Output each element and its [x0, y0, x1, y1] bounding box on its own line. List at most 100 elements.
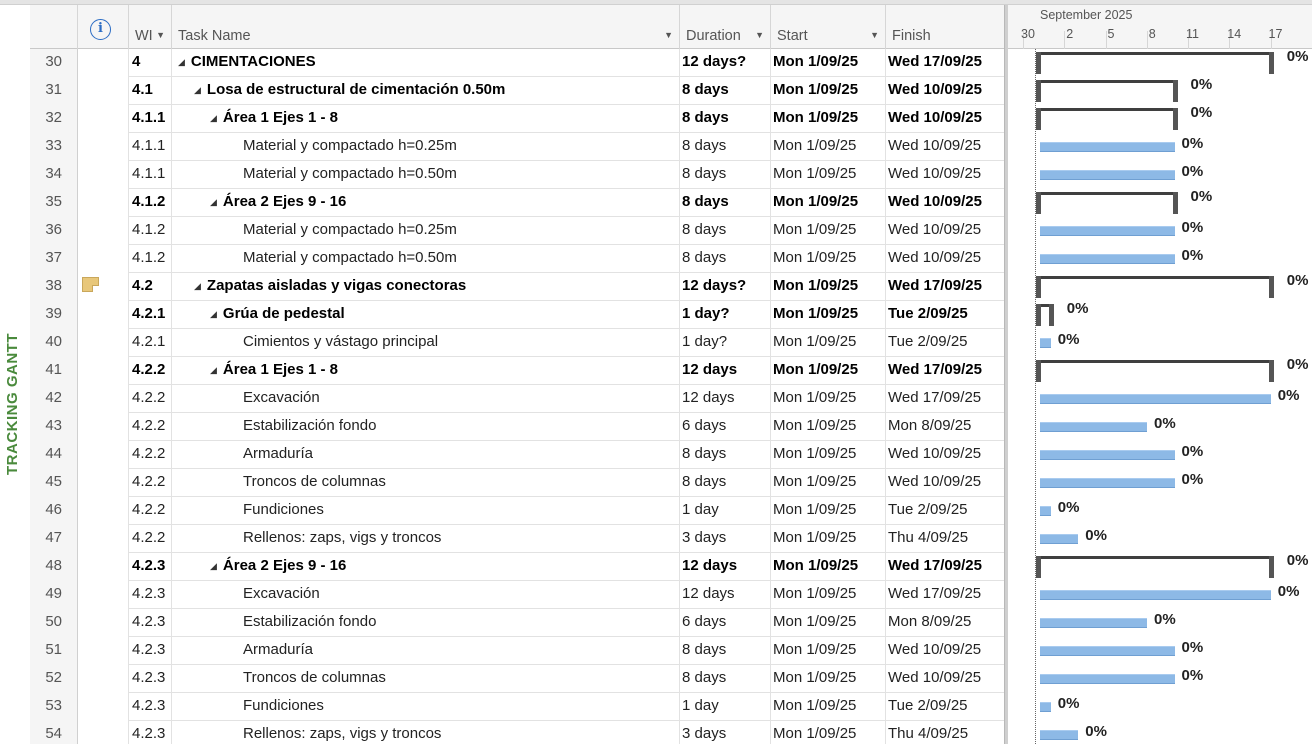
table-row[interactable]: 31 4.1 ◢ Losa de estructural de cimentación… [30, 77, 1004, 105]
table-row[interactable]: 30 4 ◢ CIMENTACIONES 12 days? Mon 1/09/25 Wed … [30, 49, 1004, 77]
table-row[interactable]: 47 4.2.2 Rellenos: zaps, vigs y troncos 3 d… [30, 525, 1004, 553]
wi-cell[interactable]: 4.1.1 [129, 133, 172, 161]
wi-cell[interactable]: 4 [129, 49, 172, 77]
row-id[interactable]: 34 [30, 161, 78, 189]
indicators-column-header[interactable]: i [78, 5, 129, 49]
row-id[interactable]: 45 [30, 469, 78, 497]
task-name-cell[interactable]: ◢ Área 1 Ejes 1 - 8 [172, 105, 680, 133]
task-name-cell[interactable]: ◢ Área 2 Ejes 9 - 16 [172, 553, 680, 581]
indicator-cell[interactable] [78, 525, 129, 553]
start-cell[interactable]: Mon 1/09/25 [771, 329, 886, 357]
task-name-cell[interactable]: ◢ Área 2 Ejes 9 - 16 [172, 189, 680, 217]
table-row[interactable]: 37 4.1.2 Material y compactado h=0.50m 8 da… [30, 245, 1004, 273]
task-name-cell[interactable]: Troncos de columnas [172, 665, 680, 693]
task-bar[interactable] [1040, 338, 1051, 348]
duration-column-header[interactable]: Duration ▼ [680, 5, 771, 49]
finish-cell[interactable]: Wed 10/09/25 [886, 637, 1004, 665]
row-id[interactable]: 51 [30, 637, 78, 665]
indicator-cell[interactable] [78, 329, 129, 357]
task-name-cell[interactable]: Material y compactado h=0.25m [172, 217, 680, 245]
duration-cell[interactable]: 12 days [680, 357, 771, 385]
indicator-cell[interactable] [78, 189, 129, 217]
duration-cell[interactable]: 6 days [680, 609, 771, 637]
summary-bar[interactable] [1036, 80, 1178, 102]
finish-cell[interactable]: Thu 4/09/25 [886, 721, 1004, 744]
task-name-cell[interactable]: ◢ Losa de estructural de cimentación 0.50… [172, 77, 680, 105]
task-name-cell[interactable]: Troncos de columnas [172, 469, 680, 497]
row-id[interactable]: 52 [30, 665, 78, 693]
task-bar[interactable] [1040, 478, 1175, 488]
wi-cell[interactable]: 4.1 [129, 77, 172, 105]
table-row[interactable]: 45 4.2.2 Troncos de columnas 8 days Mon 1/09… [30, 469, 1004, 497]
duration-cell[interactable]: 3 days [680, 525, 771, 553]
duration-cell[interactable]: 8 days [680, 77, 771, 105]
note-icon[interactable] [82, 277, 99, 292]
indicator-cell[interactable] [78, 49, 129, 77]
collapse-triangle-icon[interactable]: ◢ [210, 357, 217, 383]
task-name-cell[interactable]: Excavación [172, 581, 680, 609]
wi-cell[interactable]: 4.2.3 [129, 693, 172, 721]
row-id[interactable]: 44 [30, 441, 78, 469]
wi-cell[interactable]: 4.2.2 [129, 357, 172, 385]
duration-cell[interactable]: 1 day [680, 497, 771, 525]
indicator-cell[interactable] [78, 553, 129, 581]
indicator-cell[interactable] [78, 133, 129, 161]
table-row[interactable]: 34 4.1.1 Material y compactado h=0.50m 8 da… [30, 161, 1004, 189]
start-cell[interactable]: Mon 1/09/25 [771, 385, 886, 413]
finish-cell[interactable]: Wed 17/09/25 [886, 385, 1004, 413]
start-cell[interactable]: Mon 1/09/25 [771, 357, 886, 385]
row-id[interactable]: 32 [30, 105, 78, 133]
finish-cell[interactable]: Mon 8/09/25 [886, 413, 1004, 441]
table-row[interactable]: 38 4.2 ◢ Zapatas aisladas y vigas conectora… [30, 273, 1004, 301]
collapse-triangle-icon[interactable]: ◢ [194, 77, 201, 103]
finish-column-header[interactable]: Finish [886, 5, 1004, 49]
indicator-cell[interactable] [78, 301, 129, 329]
select-all-corner[interactable] [30, 5, 78, 49]
wi-cell[interactable]: 4.2 [129, 273, 172, 301]
table-row[interactable]: 51 4.2.3 Armaduría 8 days Mon 1/09/25 Wed 10/… [30, 637, 1004, 665]
view-bar[interactable]: TRACKING GANTT [0, 5, 30, 744]
wi-cell[interactable]: 4.2.2 [129, 469, 172, 497]
table-row[interactable]: 35 4.1.2 ◢ Área 2 Ejes 9 - 16 8 days Mon 1/09… [30, 189, 1004, 217]
indicator-cell[interactable] [78, 385, 129, 413]
task-bar[interactable] [1040, 450, 1175, 460]
start-cell[interactable]: Mon 1/09/25 [771, 245, 886, 273]
gantt-chart[interactable]: September 2025 302581114172 0%0%0%0%0%0%… [1008, 5, 1312, 744]
finish-cell[interactable]: Wed 17/09/25 [886, 49, 1004, 77]
start-cell[interactable]: Mon 1/09/25 [771, 413, 886, 441]
task-bar[interactable] [1040, 170, 1175, 180]
task-name-cell[interactable]: Material y compactado h=0.50m [172, 245, 680, 273]
summary-bar[interactable] [1036, 556, 1274, 578]
collapse-triangle-icon[interactable]: ◢ [210, 553, 217, 579]
task-name-cell[interactable]: Fundiciones [172, 497, 680, 525]
table-row[interactable]: 33 4.1.1 Material y compactado h=0.25m 8 da… [30, 133, 1004, 161]
filter-arrow-icon[interactable]: ▼ [664, 30, 673, 40]
duration-cell[interactable]: 1 day [680, 693, 771, 721]
finish-cell[interactable]: Wed 10/09/25 [886, 105, 1004, 133]
collapse-triangle-icon[interactable]: ◢ [178, 49, 185, 75]
row-id[interactable]: 43 [30, 413, 78, 441]
summary-bar[interactable] [1036, 276, 1274, 298]
row-id[interactable]: 31 [30, 77, 78, 105]
start-cell[interactable]: Mon 1/09/25 [771, 693, 886, 721]
task-name-cell[interactable]: Rellenos: zaps, vigs y troncos [172, 721, 680, 744]
task-bar[interactable] [1040, 226, 1175, 236]
table-row[interactable]: 54 4.2.3 Rellenos: zaps, vigs y troncos 3 d… [30, 721, 1004, 744]
row-id[interactable]: 39 [30, 301, 78, 329]
duration-cell[interactable]: 3 days [680, 721, 771, 744]
indicator-cell[interactable] [78, 637, 129, 665]
wi-cell[interactable]: 4.1.2 [129, 189, 172, 217]
row-id[interactable]: 42 [30, 385, 78, 413]
collapse-triangle-icon[interactable]: ◢ [210, 105, 217, 131]
start-cell[interactable]: Mon 1/09/25 [771, 189, 886, 217]
row-id[interactable]: 37 [30, 245, 78, 273]
row-id[interactable]: 36 [30, 217, 78, 245]
duration-cell[interactable]: 8 days [680, 637, 771, 665]
row-id[interactable]: 49 [30, 581, 78, 609]
collapse-triangle-icon[interactable]: ◢ [210, 301, 217, 327]
duration-cell[interactable]: 12 days [680, 385, 771, 413]
task-bar[interactable] [1040, 142, 1175, 152]
task-bar[interactable] [1040, 534, 1079, 544]
task-bar[interactable] [1040, 646, 1175, 656]
summary-bar[interactable] [1036, 108, 1178, 130]
